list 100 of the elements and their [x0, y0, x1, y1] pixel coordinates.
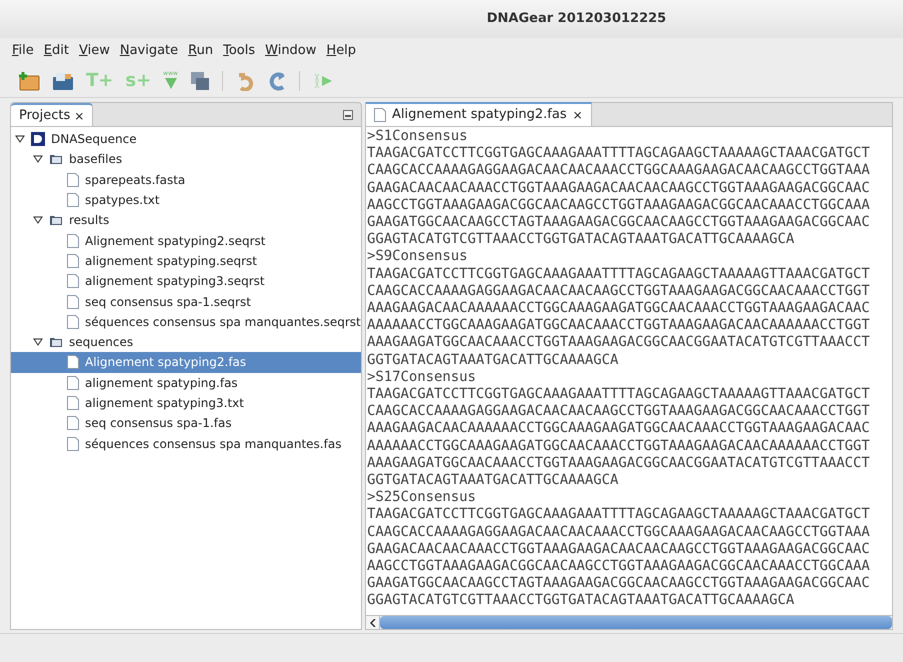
- tree-label: seq consensus spa-1.fas: [85, 415, 232, 432]
- tree-label: results: [69, 212, 110, 230]
- menu-item[interactable]: Window: [265, 41, 316, 61]
- menu-item[interactable]: File: [12, 41, 34, 61]
- menu-item[interactable]: View: [78, 41, 110, 61]
- editor-line: AAAGAAGACAACAAAAAACCTGGCAAAGAAGATGGCAACAAACCTGGTAAAGAAGACAAC: [367, 420, 871, 438]
- tree-row[interactable]: Alignement spatyping2.fas: [11, 352, 361, 373]
- file-icon: [67, 314, 79, 329]
- editor-line: >S9Consensus: [367, 248, 469, 266]
- editor-line: AAAGAAGACAACAAAAAACCTGGCAAAGAAGATGGCAACAAACCTGGTAAAGAAGACAAC: [367, 300, 871, 318]
- tree-row[interactable]: sequences: [11, 332, 361, 352]
- tree-row[interactable]: alignement spatyping.seqrst: [11, 250, 361, 272]
- tree-row[interactable]: Alignement spatyping2.seqrst: [11, 230, 361, 251]
- editor-line: GAAGACAACAACAAACCTGGTAAAGAAGACAACAACAAGCCTGGTAAAGAAGACGGCAAC: [367, 540, 871, 558]
- project-icon: [31, 132, 45, 146]
- tree-row[interactable]: alignement spatyping.fas: [11, 372, 361, 393]
- tree-label: spatypes.txt: [85, 192, 160, 210]
- expander-icon[interactable]: [33, 154, 43, 164]
- folder-icon: [52, 70, 74, 90]
- editor-line: GGAGTACATGTCGTTAAACCTGGTGATACAGTAAATGACATTGCAAAAGCA: [367, 592, 796, 610]
- tree-label: seq consensus spa-1.seqrst: [85, 294, 251, 311]
- editor-line: AAGCCTGGTAAAGAAGACGGCAACAAGCCTGGTAAAGAAGACGGCAACAAACCTGGCAAA: [367, 558, 871, 576]
- tree-row[interactable]: results: [11, 210, 361, 230]
- text-editor[interactable]: [365, 126, 893, 616]
- file-icon: [67, 234, 79, 248]
- tree-label: sparepeats.fasta: [85, 172, 186, 189]
- folder-icon: [49, 153, 63, 166]
- tree-row[interactable]: séquences consensus spa manquantes.fas: [11, 433, 361, 454]
- menu-item[interactable]: Navigate: [120, 41, 178, 61]
- editor-line: >S17Consensus: [367, 368, 477, 386]
- tree-label: Alignement spatyping2.fas: [85, 354, 246, 372]
- file-icon: [67, 436, 79, 451]
- folder-icon: [49, 336, 63, 348]
- editor-line: AAAAAACCTGGCAAAGAAGATGGCAACAAACCTGGTAAAGAAGACAACAAAAAACCTGGT: [367, 317, 871, 334]
- editor-line: GGAGTACATGTCGTTAAACCTGGTGATACAGTAAATGACATTGCAAAAGCA: [367, 231, 796, 248]
- file-icon: [67, 254, 79, 268]
- tree-label: alignement spatyping3.txt: [85, 395, 244, 412]
- tree-label: alignement spatyping.seqrst: [85, 252, 257, 270]
- file-icon: [67, 376, 79, 390]
- folder-icon: [49, 214, 63, 226]
- file-icon: [374, 108, 386, 122]
- tree-label: alignement spatyping3.seqrst: [85, 273, 265, 290]
- expander-icon[interactable]: [33, 337, 43, 348]
- editor-line: CAAGCACCAAAAGAGGAAGACAACAACAAGCCTGGTAAAGAAGACGGCAACAAACCTGGT: [367, 403, 871, 420]
- tree-row[interactable]: seq consensus spa-1.fas: [11, 413, 361, 434]
- editor-line: GGTGATACAGTAAATGACATTGCAAAAGCA: [367, 352, 620, 369]
- editor-line: GGTGATACAGTAAATGACATTGCAAAAGCA: [367, 472, 620, 490]
- tree-row[interactable]: sparepeats.fasta: [11, 170, 361, 190]
- tree-row[interactable]: séquences consensus spa manquantes.seqrst: [11, 312, 361, 332]
- caret-left-icon: [370, 618, 376, 626]
- file-icon: [67, 416, 79, 430]
- tree-row[interactable]: DNASequence: [11, 129, 361, 150]
- expander-icon[interactable]: [15, 134, 25, 144]
- editor-line: GAAGATGGCAACAAGCCTAGTAAAGAAGACGGCAACAAGCCTGGTAAAGAAGACGGCAAC: [367, 575, 871, 592]
- editor-line: GAAGATGGCAACAAGCCTAGTAAAGAAGACGGCAACAAGCCTGGTAAAGAAGACGGCAAC: [367, 214, 871, 232]
- editor-line: AAAAAACCTGGCAAAGAAGATGGCAACAAACCTGGTAAAGAAGACAACAAAAAACCTGGT: [367, 438, 871, 455]
- editor-tab[interactable]: Alignement spatyping2.fas ×: [366, 102, 592, 126]
- editor-line: >S25Consensus: [367, 489, 477, 506]
- editor-line: TAAGACGATCCTTCGGTGAGCAAAGAAATTTTAGCAGAAGCTAAAAAGCTAAACGATGCT: [367, 506, 871, 524]
- editor-line: CAAGCACCAAAAGAGGAAGACAACAACAAGCCTGGTAAAGAAGACGGCAACAAACCTGGT: [367, 282, 871, 300]
- expander-icon[interactable]: [33, 215, 43, 226]
- editor-line: TAAGACGATCCTTCGGTGAGCAAAGAAATTTTAGCAGAAGCTAAAAAGTTAAACGATGCT: [367, 266, 871, 283]
- editor-line: CAAGCACCAAAAGAGGAAGACAACAACAAACCTGGCAAAGAAGACAACAAGCCTGGTAAA: [367, 524, 871, 541]
- tree-row[interactable]: seq consensus spa-1.seqrst: [11, 291, 361, 312]
- editor-line: TAAGACGATCCTTCGGTGAGCAAAGAAATTTTAGCAGAAGCTAAAAAGCTAAACGATGCT: [367, 145, 871, 162]
- editor-line: AAAGAAGATGGCAACAAACCTGGTAAAGAAGACGGCAACGGAATACATGTCGTTAAACCT: [367, 334, 871, 352]
- file-icon: [67, 274, 79, 288]
- editor-line: AAGCCTGGTAAAGAAGACGGCAACAAGCCTGGTAAAGAAGACGGCAACAAACCTGGCAAA: [367, 196, 871, 214]
- editor-line: AAAGAAGATGGCAACAAACCTGGTAAAGAAGACGGCAACGGAATACATGTCGTTAAACCT: [367, 454, 871, 472]
- tree-row[interactable]: alignement spatyping3.txt: [11, 392, 361, 414]
- folder-plus-icon: [18, 70, 40, 90]
- editor-line: >S1Consensus: [367, 128, 469, 146]
- menu-item[interactable]: Help: [326, 41, 356, 61]
- scroll-left-button[interactable]: [366, 616, 380, 629]
- redo-icon: [266, 70, 287, 90]
- tree-label: séquences consensus spa manquantes.seqrst: [85, 314, 361, 331]
- file-icon: [67, 193, 79, 208]
- projects-tab[interactable]: Projects ×: [11, 103, 94, 126]
- file-icon: [67, 172, 79, 187]
- play-icon: [312, 72, 334, 90]
- tree-label: basefiles: [69, 151, 122, 168]
- editor-line: CAAGCACCAAAAGAGGAAGACAACAACAAACCTGGCAAAGAAGACAACAAGCCTGGTAAA: [367, 162, 871, 180]
- tree-label: Alignement spatyping2.seqrst: [85, 232, 266, 250]
- funnel-icon: [164, 77, 178, 90]
- save-all-icon: [190, 70, 210, 90]
- editor-line: GAAGACAACAACAAACCTGGTAAAGAAGACAACAACAAGCCTGGTAAAGAAGACGGCAAC: [367, 180, 871, 197]
- scrollbar-thumb[interactable]: [380, 616, 892, 629]
- menu-item[interactable]: Edit: [44, 41, 69, 61]
- file-icon: [67, 294, 79, 309]
- file-icon: [67, 396, 79, 410]
- window-title: DNAGear 201203012225: [486, 10, 666, 28]
- tree-label: DNASequence: [51, 131, 137, 148]
- file-icon: [67, 355, 79, 370]
- tree-label: alignement spatyping.fas: [85, 374, 238, 392]
- tree-row[interactable]: spatypes.txt: [11, 190, 361, 210]
- tree-row[interactable]: basefiles: [11, 149, 361, 170]
- minimize-icon[interactable]: [343, 110, 353, 120]
- tree-row[interactable]: alignement spatyping3.seqrst: [11, 271, 361, 292]
- menu-item[interactable]: Run: [188, 41, 214, 61]
- menu-item[interactable]: Tools: [223, 41, 256, 61]
